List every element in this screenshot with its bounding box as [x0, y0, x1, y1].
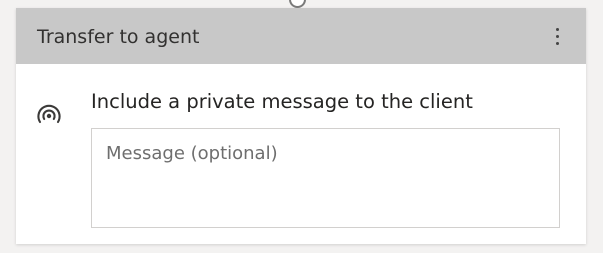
private-message-label: Include a private message to the client — [91, 90, 473, 113]
broadcast-icon — [37, 104, 61, 124]
connection-handle[interactable] — [289, 0, 306, 8]
message-input[interactable]: Message (optional) — [91, 128, 560, 228]
transfer-to-agent-card: Transfer to agent Include a private mess… — [16, 8, 586, 244]
more-options-button[interactable] — [542, 20, 574, 52]
more-vertical-icon — [556, 28, 559, 31]
card-title: Transfer to agent — [37, 26, 200, 48]
message-placeholder: Message (optional) — [106, 143, 278, 164]
card-header: Transfer to agent — [16, 8, 586, 64]
